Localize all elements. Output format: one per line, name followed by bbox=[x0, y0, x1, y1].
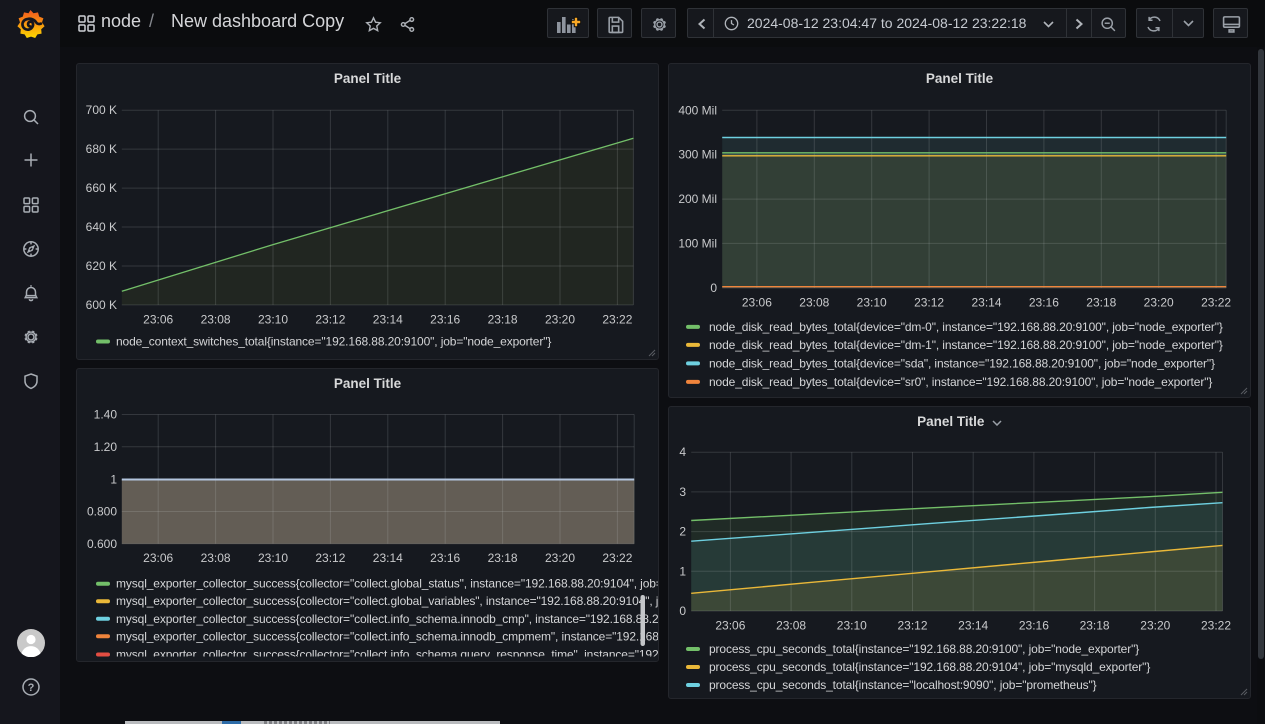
svg-text:23:12: 23:12 bbox=[897, 618, 927, 632]
svg-text:23:16: 23:16 bbox=[430, 551, 460, 565]
svg-text:680 K: 680 K bbox=[86, 142, 117, 156]
svg-text:process_cpu_seconds_total{inst: process_cpu_seconds_total{instance="loca… bbox=[709, 678, 1097, 692]
svg-text:23:06: 23:06 bbox=[715, 618, 745, 632]
svg-text:700 K: 700 K bbox=[86, 103, 117, 117]
svg-text:23:16: 23:16 bbox=[1019, 618, 1049, 632]
svg-text:640 K: 640 K bbox=[86, 220, 117, 234]
svg-text:23:14: 23:14 bbox=[958, 618, 988, 632]
svg-text:23:22: 23:22 bbox=[1201, 618, 1231, 632]
svg-text:mysql_exporter_collector_succe: mysql_exporter_collector_success{collect… bbox=[116, 594, 658, 608]
svg-text:200 Mil: 200 Mil bbox=[678, 192, 717, 206]
svg-text:23:06: 23:06 bbox=[143, 312, 173, 326]
svg-text:process_cpu_seconds_total{inst: process_cpu_seconds_total{instance="192.… bbox=[709, 660, 1150, 674]
svg-text:0.800: 0.800 bbox=[87, 505, 117, 519]
svg-text:3: 3 bbox=[679, 485, 686, 499]
svg-text:23:18: 23:18 bbox=[488, 551, 518, 565]
svg-text:1.40: 1.40 bbox=[94, 408, 118, 422]
svg-text:process_cpu_seconds_total{inst: process_cpu_seconds_total{instance="192.… bbox=[709, 642, 1139, 656]
svg-text:23:22: 23:22 bbox=[602, 312, 632, 326]
svg-text:660 K: 660 K bbox=[86, 181, 117, 195]
svg-text:1: 1 bbox=[110, 473, 117, 487]
svg-text:0.600: 0.600 bbox=[87, 537, 117, 551]
svg-text:23:06: 23:06 bbox=[143, 551, 173, 565]
svg-text:0: 0 bbox=[710, 281, 717, 295]
svg-text:node_disk_read_bytes_total{dev: node_disk_read_bytes_total{device="sda",… bbox=[709, 356, 1215, 370]
svg-text:23:12: 23:12 bbox=[315, 312, 345, 326]
svg-text:23:22: 23:22 bbox=[1201, 295, 1231, 309]
svg-text:23:16: 23:16 bbox=[1029, 295, 1059, 309]
svg-text:mysql_exporter_collector_succe: mysql_exporter_collector_success{collect… bbox=[116, 577, 658, 591]
svg-text:23:10: 23:10 bbox=[258, 551, 288, 565]
svg-text:23:16: 23:16 bbox=[430, 312, 460, 326]
svg-text:23:14: 23:14 bbox=[373, 551, 403, 565]
svg-text:node_disk_read_bytes_total{dev: node_disk_read_bytes_total{device="dm-0"… bbox=[709, 320, 1223, 334]
svg-text:23:08: 23:08 bbox=[201, 551, 231, 565]
svg-text:node_disk_read_bytes_total{dev: node_disk_read_bytes_total{device="dm-1"… bbox=[709, 338, 1223, 352]
svg-text:4: 4 bbox=[679, 445, 686, 459]
svg-text:23:20: 23:20 bbox=[1140, 618, 1170, 632]
svg-text:23:22: 23:22 bbox=[602, 551, 632, 565]
svg-text:23:10: 23:10 bbox=[857, 295, 887, 309]
svg-text:?: ? bbox=[28, 682, 35, 694]
svg-text:23:08: 23:08 bbox=[776, 618, 806, 632]
svg-text:node_context_switches_total{in: node_context_switches_total{instance="19… bbox=[116, 335, 551, 349]
svg-text:2: 2 bbox=[679, 525, 686, 539]
svg-text:23:20: 23:20 bbox=[1144, 295, 1174, 309]
svg-text:400 Mil: 400 Mil bbox=[678, 103, 717, 117]
svg-text:23:08: 23:08 bbox=[799, 295, 829, 309]
svg-text:23:10: 23:10 bbox=[258, 312, 288, 326]
svg-text:1.20: 1.20 bbox=[94, 440, 118, 454]
svg-text:300 Mil: 300 Mil bbox=[678, 148, 717, 162]
svg-text:23:14: 23:14 bbox=[971, 295, 1001, 309]
svg-text:23:18: 23:18 bbox=[1086, 295, 1116, 309]
svg-text:mysql_exporter_collector_succe: mysql_exporter_collector_success{collect… bbox=[116, 612, 658, 626]
svg-text:1: 1 bbox=[679, 564, 686, 578]
svg-text:0: 0 bbox=[679, 604, 686, 618]
svg-text:23:12: 23:12 bbox=[315, 551, 345, 565]
svg-text:100 Mil: 100 Mil bbox=[678, 236, 717, 250]
svg-text:23:10: 23:10 bbox=[837, 618, 867, 632]
svg-text:node_disk_read_bytes_total{dev: node_disk_read_bytes_total{device="sr0",… bbox=[709, 375, 1212, 389]
svg-text:23:08: 23:08 bbox=[201, 312, 231, 326]
svg-text:23:20: 23:20 bbox=[545, 312, 575, 326]
svg-text:23:06: 23:06 bbox=[742, 295, 772, 309]
svg-text:23:18: 23:18 bbox=[1080, 618, 1110, 632]
svg-text:600 K: 600 K bbox=[86, 298, 117, 312]
svg-text:23:14: 23:14 bbox=[373, 312, 403, 326]
svg-text:mysql_exporter_collector_succe: mysql_exporter_collector_success{collect… bbox=[116, 629, 658, 643]
svg-text:620 K: 620 K bbox=[86, 259, 117, 273]
svg-text:23:20: 23:20 bbox=[545, 551, 575, 565]
svg-text:23:18: 23:18 bbox=[488, 312, 518, 326]
svg-text:23:12: 23:12 bbox=[914, 295, 944, 309]
